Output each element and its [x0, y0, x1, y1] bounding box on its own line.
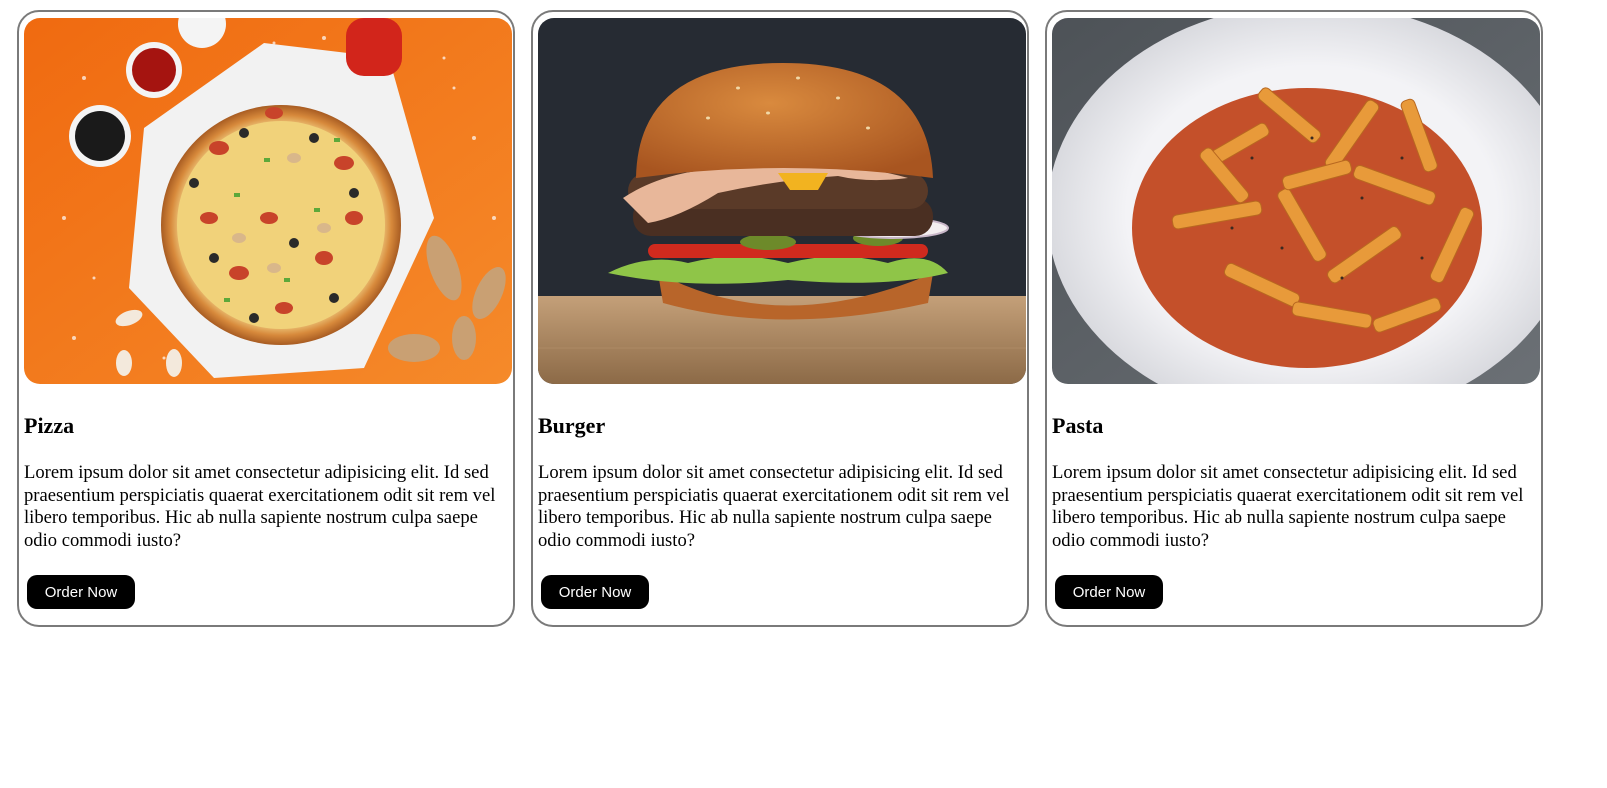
- order-now-button[interactable]: Order Now: [1055, 575, 1163, 609]
- order-now-button[interactable]: Order Now: [541, 575, 649, 609]
- card-title: Pasta: [1052, 413, 1104, 438]
- burger-image: [538, 18, 1026, 384]
- pizza-image: [24, 18, 512, 384]
- card-description: Lorem ipsum dolor sit amet consectetur a…: [1052, 462, 1524, 551]
- food-card-pizza: Pizza Lorem ipsum dolor sit amet consect…: [17, 10, 515, 627]
- food-card-burger: Burger Lorem ipsum dolor sit amet consec…: [531, 10, 1029, 627]
- card-title: Burger: [538, 413, 606, 438]
- pasta-image: [1052, 18, 1540, 384]
- order-now-button[interactable]: Order Now: [27, 575, 135, 609]
- card-title: Pizza: [24, 413, 75, 438]
- card-description: Lorem ipsum dolor sit amet consectetur a…: [24, 462, 496, 551]
- card-description: Lorem ipsum dolor sit amet consectetur a…: [538, 462, 1010, 551]
- food-card-list: Pizza Lorem ipsum dolor sit amet consect…: [17, 10, 1543, 627]
- food-card-pasta: Pasta Lorem ipsum dolor sit amet consect…: [1045, 10, 1543, 627]
